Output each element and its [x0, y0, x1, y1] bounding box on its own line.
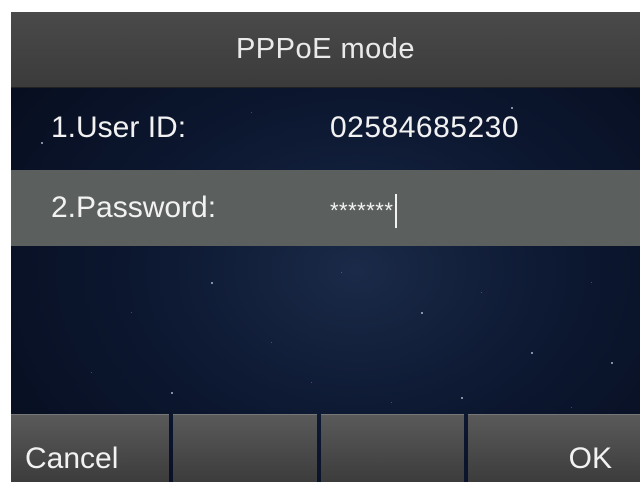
phone-screen: PPPoE mode 1.User ID: 02584685230 2.Pass…	[11, 12, 640, 482]
star	[311, 382, 312, 383]
softkey-3[interactable]	[320, 414, 465, 482]
star	[531, 352, 533, 354]
star	[341, 272, 342, 273]
star	[481, 292, 482, 293]
star	[91, 372, 92, 373]
field-row-user-id[interactable]: 1.User ID: 02584685230	[11, 90, 640, 166]
star	[271, 342, 272, 343]
field-row-password[interactable]: 2.Password: *******	[11, 170, 640, 246]
star	[211, 282, 213, 284]
cancel-softkey[interactable]: Cancel	[11, 414, 169, 482]
star	[171, 392, 173, 394]
password-label: 2.Password:	[51, 191, 217, 224]
star	[131, 312, 132, 313]
star	[591, 282, 592, 283]
user-id-value[interactable]: 02584685230	[330, 111, 519, 145]
star	[461, 397, 463, 399]
page-title: PPPoE mode	[235, 33, 416, 65]
star	[571, 407, 572, 408]
text-cursor	[395, 194, 398, 228]
softkey-bar: Cancel OK	[11, 414, 640, 482]
star	[611, 362, 613, 364]
star	[391, 402, 392, 403]
password-value: *******	[330, 198, 394, 223]
star	[421, 312, 423, 314]
title-bar: PPPoE mode	[11, 12, 640, 88]
softkey-2[interactable]	[172, 414, 317, 482]
password-input[interactable]: *******	[330, 194, 398, 228]
ok-softkey[interactable]: OK	[468, 414, 640, 482]
user-id-label: 1.User ID:	[51, 111, 187, 144]
